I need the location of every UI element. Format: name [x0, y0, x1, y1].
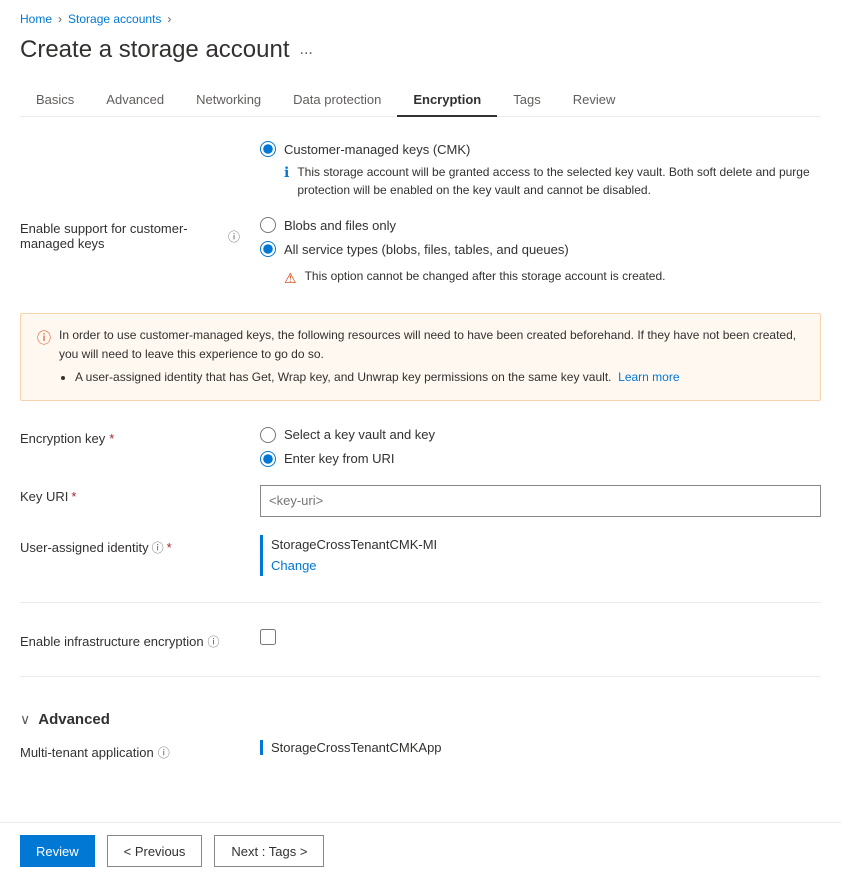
breadcrumb-storage-accounts[interactable]: Storage accounts [68, 12, 161, 26]
user-identity-required: * [167, 540, 172, 555]
breadcrumb-home[interactable]: Home [20, 12, 52, 26]
enter-key-uri-radio[interactable] [260, 451, 276, 467]
breadcrumb-sep1: › [58, 12, 62, 26]
cmk-info-box: ℹ This storage account will be granted a… [284, 163, 821, 199]
user-identity-row: User-assigned identity ⓘ * StorageCrossT… [20, 535, 821, 576]
page-title-row: Create a storage account ... [20, 36, 821, 64]
support-cmk-row: Enable support for customer-managed keys… [20, 217, 821, 287]
previous-button[interactable]: < Previous [107, 835, 203, 867]
advanced-section-title: Advanced [38, 711, 110, 728]
encryption-key-content: Select a key vault and key Enter key fro… [260, 427, 821, 467]
warning-icon: ⚠ [284, 270, 297, 287]
tab-basics[interactable]: Basics [20, 84, 90, 117]
user-identity-change-link[interactable]: Change [271, 556, 821, 576]
alert-banner-text: In order to use customer-managed keys, t… [59, 326, 804, 388]
tab-review[interactable]: Review [557, 84, 632, 117]
user-identity-label: User-assigned identity ⓘ * [20, 535, 240, 556]
key-uri-required: * [71, 489, 76, 504]
multi-tenant-label: Multi-tenant application ⓘ [20, 740, 240, 761]
all-services-warning-text: This option cannot be changed after this… [305, 269, 666, 283]
infra-info-icon[interactable]: ⓘ [208, 633, 220, 650]
more-options-icon[interactable]: ... [300, 41, 313, 59]
cmk-label: Customer-managed keys (CMK) [284, 142, 470, 157]
cmk-radio-item[interactable]: Customer-managed keys (CMK) [260, 141, 821, 157]
infra-encryption-checkbox[interactable] [260, 629, 276, 645]
cmk-support-radio-group: Blobs and files only All service types (… [260, 217, 821, 287]
cmk-radio[interactable] [260, 141, 276, 157]
review-button[interactable]: Review [20, 835, 95, 867]
divider-1 [20, 602, 821, 603]
all-services-radio[interactable] [260, 241, 276, 257]
enter-key-uri-radio-item[interactable]: Enter key from URI [260, 451, 821, 467]
key-uri-input[interactable] [260, 485, 821, 517]
bottom-bar: Review < Previous Next : Tags > [0, 822, 841, 879]
chevron-down-icon: ∨ [20, 711, 30, 728]
support-cmk-label: Enable support for customer-managed keys… [20, 217, 240, 251]
key-uri-content [260, 485, 821, 517]
tab-bar: Basics Advanced Networking Data protecti… [20, 84, 821, 117]
user-identity-content: StorageCrossTenantCMK-MI Change [260, 535, 821, 576]
infra-encryption-row: Enable infrastructure encryption ⓘ [20, 629, 821, 650]
alert-banner: ⓘ In order to use customer-managed keys,… [20, 313, 821, 401]
encryption-key-radio-group: Select a key vault and key Enter key fro… [260, 427, 821, 467]
tab-networking[interactable]: Networking [180, 84, 277, 117]
page-title: Create a storage account [20, 36, 290, 64]
alert-banner-icon: ⓘ [37, 328, 51, 348]
key-uri-row: Key URI * [20, 485, 821, 517]
infra-encryption-content [260, 629, 821, 645]
learn-more-link[interactable]: Learn more [618, 370, 679, 384]
multi-tenant-info-icon[interactable]: ⓘ [158, 744, 170, 761]
support-cmk-content: Blobs and files only All service types (… [260, 217, 821, 287]
blobs-only-radio[interactable] [260, 217, 276, 233]
tab-tags[interactable]: Tags [497, 84, 556, 117]
tab-data-protection[interactable]: Data protection [277, 84, 397, 117]
encryption-key-row: Encryption key * Select a key vault and … [20, 427, 821, 467]
all-services-label: All service types (blobs, files, tables,… [284, 242, 569, 257]
tab-encryption[interactable]: Encryption [397, 84, 497, 117]
enter-key-uri-label: Enter key from URI [284, 451, 395, 466]
form-section: Customer-managed keys (CMK) ℹ This stora… [20, 141, 821, 761]
support-cmk-info-icon[interactable]: ⓘ [228, 228, 240, 245]
alert-bullet: A user-assigned identity that has Get, W… [75, 368, 804, 387]
next-button[interactable]: Next : Tags > [214, 835, 324, 867]
advanced-section: ∨ Advanced Multi-tenant application ⓘ St… [20, 711, 821, 761]
user-identity-value-box: StorageCrossTenantCMK-MI Change [260, 535, 821, 576]
advanced-header[interactable]: ∨ Advanced [20, 711, 821, 728]
select-key-vault-label: Select a key vault and key [284, 427, 435, 442]
user-identity-value: StorageCrossTenantCMK-MI [271, 537, 437, 552]
multi-tenant-row: Multi-tenant application ⓘ StorageCrossT… [20, 740, 821, 761]
multi-tenant-value: StorageCrossTenantCMKApp [271, 740, 442, 755]
encryption-key-label: Encryption key * [20, 427, 240, 446]
key-uri-label: Key URI * [20, 485, 240, 504]
multi-tenant-content: StorageCrossTenantCMKApp [260, 740, 821, 755]
alert-banner-inner: ⓘ In order to use customer-managed keys,… [37, 326, 804, 388]
blobs-only-label: Blobs and files only [284, 218, 396, 233]
blobs-only-radio-item[interactable]: Blobs and files only [260, 217, 821, 233]
select-key-vault-radio-item[interactable]: Select a key vault and key [260, 427, 821, 443]
infra-encryption-label: Enable infrastructure encryption ⓘ [20, 629, 240, 650]
infra-encryption-checkbox-wrapper [260, 629, 821, 645]
all-services-warning-box: ⚠ This option cannot be changed after th… [284, 269, 821, 287]
all-services-radio-item[interactable]: All service types (blobs, files, tables,… [260, 241, 821, 257]
divider-2 [20, 676, 821, 677]
breadcrumb-sep2: › [167, 12, 171, 26]
multi-tenant-value-box: StorageCrossTenantCMKApp [260, 740, 821, 755]
tab-advanced[interactable]: Advanced [90, 84, 180, 117]
cmk-section: Customer-managed keys (CMK) ℹ This stora… [240, 141, 821, 199]
encryption-key-required: * [109, 431, 114, 446]
breadcrumb: Home › Storage accounts › [20, 12, 821, 26]
select-key-vault-radio[interactable] [260, 427, 276, 443]
info-icon: ℹ [284, 164, 289, 181]
user-identity-info-icon[interactable]: ⓘ [152, 539, 164, 556]
cmk-info-text: This storage account will be granted acc… [297, 163, 821, 199]
